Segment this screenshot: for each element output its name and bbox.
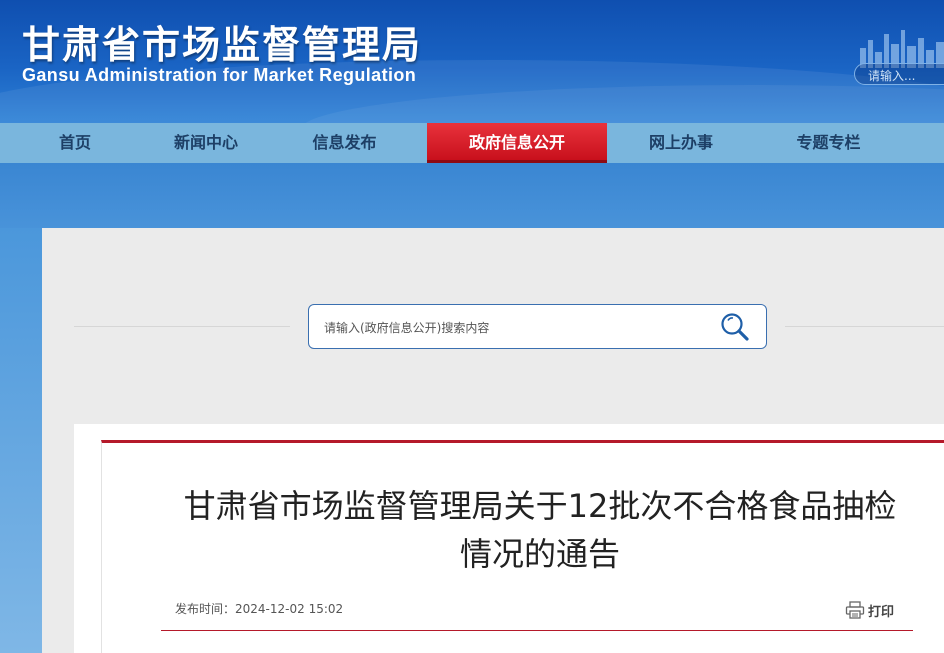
nav-item-special-topics[interactable]: 专题专栏 — [755, 123, 902, 163]
search-placeholder: 请输入(政府信息公开)搜索内容 — [324, 321, 490, 335]
nav-item-home[interactable]: 首页 — [0, 123, 150, 163]
publish-label: 发布时间： — [175, 602, 236, 616]
publish-time: 发布时间：2024-12-02 15:02 — [175, 600, 343, 617]
article-divider — [161, 630, 913, 631]
print-button[interactable]: 打印 — [845, 600, 894, 620]
header-search-input[interactable]: 请输入... — [854, 63, 944, 85]
printer-icon — [845, 601, 865, 619]
print-label: 打印 — [868, 604, 895, 620]
publish-date: 2024-12-02 15:02 — [235, 602, 344, 616]
nav-item-gov-info-disclosure[interactable]: 政府信息公开 — [427, 123, 607, 163]
site-title: 甘肃省市场监督管理局 — [22, 23, 423, 67]
header-band — [0, 163, 944, 233]
skyline-graphic — [860, 30, 944, 68]
divider — [74, 326, 290, 327]
divider — [785, 326, 944, 327]
article-title: 甘肃省市场监督管理局关于12批次不合格食品抽检情况的通告 — [183, 487, 897, 573]
nav-item-info-release[interactable]: 信息发布 — [262, 123, 427, 163]
main-nav: 首页 新闻中心 信息发布 政府信息公开 网上办事 专题专栏 — [0, 123, 944, 163]
site-subtitle: Gansu Administration for Market Regulati… — [22, 65, 417, 85]
nav-item-online-services[interactable]: 网上办事 — [607, 123, 755, 163]
left-strip — [0, 228, 42, 653]
site-header: 甘肃省市场监督管理局 Gansu Administration for Mark… — [0, 0, 944, 123]
gov-info-search-input[interactable]: 请输入(政府信息公开)搜索内容 — [308, 304, 767, 349]
search-icon[interactable] — [718, 311, 752, 343]
nav-item-news[interactable]: 新闻中心 — [150, 123, 262, 163]
